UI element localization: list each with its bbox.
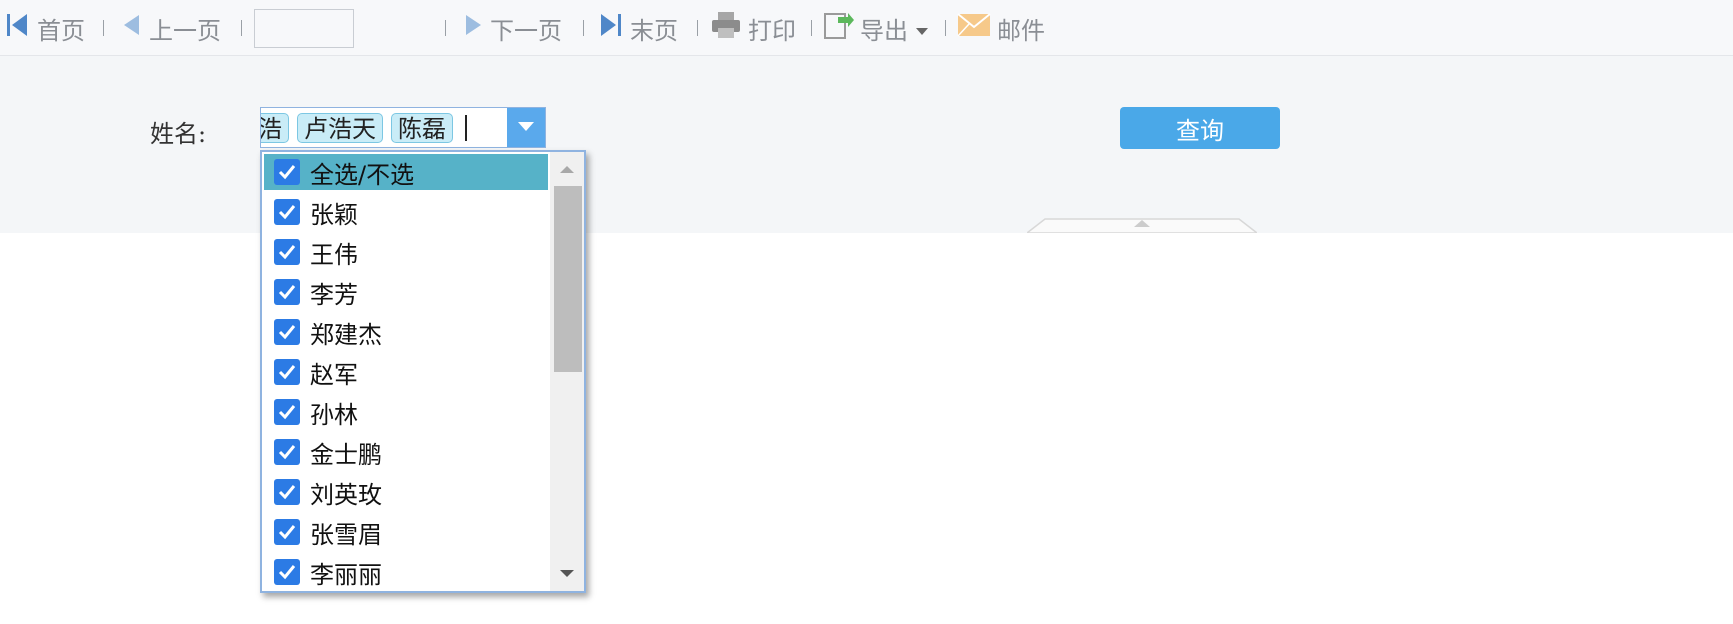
toolbar-divider (811, 20, 812, 36)
checkbox[interactable] (274, 279, 300, 305)
next-page-icon (462, 11, 484, 45)
checkbox[interactable] (274, 239, 300, 265)
checkbox[interactable] (274, 319, 300, 345)
option-item[interactable]: 李丽丽 (264, 554, 548, 590)
first-page-icon (5, 11, 31, 45)
scroll-down-icon (560, 570, 574, 577)
option-label: 郑建杰 (310, 320, 382, 349)
checkbox[interactable] (274, 519, 300, 545)
option-item[interactable]: 赵军 (264, 354, 548, 390)
toolbar: 首页 上一页 下一页 末页 打印 导出 邮件 (0, 0, 1733, 56)
option-label: 金士鹏 (310, 440, 382, 469)
checkbox[interactable] (274, 359, 300, 385)
print-label: 打印 (748, 16, 796, 45)
checkmark-icon (278, 405, 296, 420)
selected-tags: 浩卢浩天 陈磊 (261, 108, 467, 147)
dropdown-scrollbar[interactable] (550, 152, 584, 591)
mail-label: 邮件 (997, 16, 1045, 45)
option-label: 孙林 (310, 400, 358, 429)
name-multiselect-combo[interactable]: 浩卢浩天 陈磊 (260, 107, 546, 148)
selected-tag[interactable]: 浩 (261, 112, 289, 143)
toolbar-divider (103, 20, 104, 36)
last-page-label: 末页 (630, 16, 678, 45)
next-page-label: 下一页 (490, 16, 562, 45)
option-label: 李丽丽 (310, 560, 382, 589)
checkmark-icon (278, 485, 296, 500)
option-select-all[interactable]: 全选/不选 (264, 154, 548, 190)
checkmark-icon (278, 325, 296, 340)
checkbox[interactable] (274, 399, 300, 425)
name-options-dropdown: 全选/不选张颖王伟李芳郑建杰赵军孙林金士鹏刘英玫张雪眉李丽丽 (260, 150, 586, 593)
checkbox[interactable] (274, 439, 300, 465)
option-label: 赵军 (310, 360, 358, 389)
scroll-down-button[interactable] (550, 557, 584, 591)
checkmark-icon (278, 365, 296, 380)
page-number-input[interactable] (254, 9, 354, 48)
option-label: 刘英玫 (310, 480, 382, 509)
export-icon (822, 9, 854, 47)
option-label: 王伟 (310, 240, 358, 269)
selected-tag[interactable]: 陈磊 (391, 112, 453, 143)
checkbox[interactable] (274, 559, 300, 585)
text-caret (465, 114, 467, 141)
scroll-up-icon (560, 166, 574, 173)
selected-tag[interactable]: 卢浩天 (297, 112, 383, 143)
option-item[interactable]: 孙林 (264, 394, 548, 430)
collapse-panel-toggle[interactable] (1024, 217, 1260, 237)
export-button[interactable]: 导出 (822, 10, 928, 46)
option-label: 张雪眉 (310, 520, 382, 549)
toolbar-divider (697, 20, 698, 36)
toolbar-divider (945, 20, 946, 36)
scroll-up-button[interactable] (550, 152, 584, 186)
option-item[interactable]: 刘英玫 (264, 474, 548, 510)
option-item[interactable]: 李芳 (264, 274, 548, 310)
mail-icon (957, 12, 991, 44)
last-page-button[interactable]: 末页 (598, 10, 678, 46)
checkmark-icon (278, 565, 296, 580)
mail-button[interactable]: 邮件 (957, 10, 1045, 46)
option-item[interactable]: 张颖 (264, 194, 548, 230)
query-button[interactable]: 查询 (1120, 107, 1280, 149)
toolbar-divider (241, 20, 242, 36)
checkmark-icon (278, 165, 296, 180)
option-item[interactable]: 王伟 (264, 234, 548, 270)
option-label: 李芳 (310, 280, 358, 309)
export-label: 导出 (860, 16, 908, 45)
prev-page-label: 上一页 (149, 16, 221, 45)
chevron-down-icon (518, 122, 534, 131)
checkmark-icon (278, 245, 296, 260)
last-page-icon (598, 11, 624, 45)
name-label: 姓名: (150, 120, 207, 148)
checkmark-icon (278, 205, 296, 220)
checkmark-icon (278, 285, 296, 300)
option-item[interactable]: 金士鹏 (264, 434, 548, 470)
toolbar-divider (445, 20, 446, 36)
chevron-down-icon (916, 14, 928, 42)
print-button[interactable]: 打印 (710, 10, 796, 46)
first-page-label: 首页 (37, 16, 85, 45)
option-item[interactable]: 郑建杰 (264, 314, 548, 350)
option-label: 全选/不选 (310, 160, 415, 189)
next-page-button[interactable]: 下一页 (462, 10, 562, 46)
checkbox[interactable] (274, 479, 300, 505)
printer-icon (710, 10, 742, 46)
checkbox[interactable] (274, 159, 300, 185)
first-page-button[interactable]: 首页 (5, 10, 85, 46)
option-item[interactable]: 张雪眉 (264, 514, 548, 550)
checkmark-icon (278, 525, 296, 540)
checkmark-icon (278, 445, 296, 460)
toolbar-divider (583, 20, 584, 36)
checkbox[interactable] (274, 199, 300, 225)
prev-page-button[interactable]: 上一页 (121, 10, 221, 46)
prev-page-icon (121, 11, 143, 45)
combo-dropdown-button[interactable] (507, 108, 545, 147)
scroll-thumb[interactable] (554, 186, 582, 372)
option-label: 张颖 (310, 200, 358, 229)
